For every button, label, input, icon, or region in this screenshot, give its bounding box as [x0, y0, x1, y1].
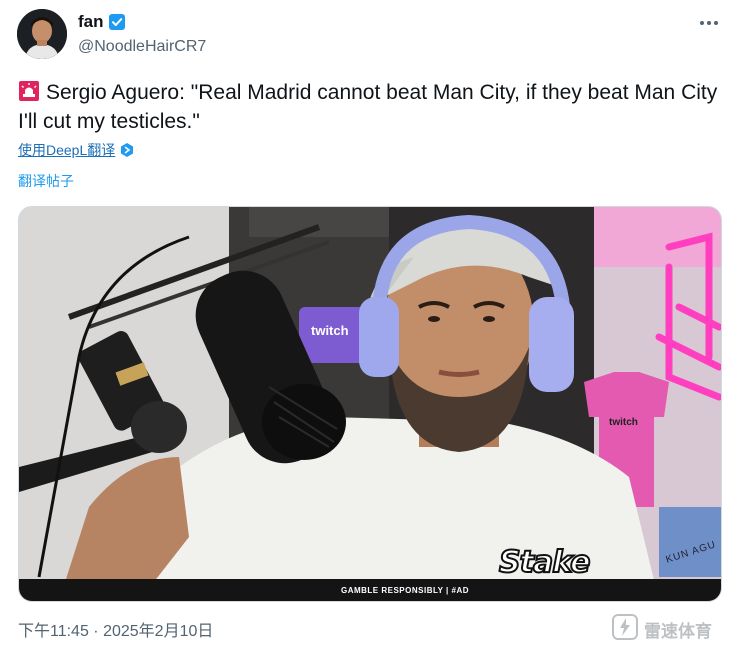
stake-logo: Stake: [498, 544, 591, 581]
more-options-icon[interactable]: [696, 10, 722, 36]
tweet-timestamp[interactable]: 下午11:45 · 2025年2月10日: [18, 622, 213, 642]
ad-bar-text: GAMBLE RESPONSIBLY | #AD: [340, 585, 470, 595]
tweet-text: Sergio Aguero: "Real Madrid cannot beat …: [18, 81, 718, 133]
police-siren-icon: [18, 80, 40, 102]
verified-badge-icon: [108, 13, 126, 31]
author-handle[interactable]: @NoodleHairCR7: [78, 37, 206, 57]
shirt-text: twitch: [609, 417, 638, 428]
watermark-text: 雷速体育: [644, 622, 712, 641]
translate-deepl-link[interactable]: 使用DeepL翻译: [18, 141, 135, 159]
translate-post-link[interactable]: 翻译帖子: [18, 172, 74, 190]
author-name-row[interactable]: fan: [78, 12, 126, 32]
twitch-sign-text: twitch: [311, 323, 349, 338]
lightning-logo-icon: [612, 614, 638, 645]
watermark: 雷速体育: [612, 614, 712, 645]
tweet-text-block: Sergio Aguero: "Real Madrid cannot beat …: [18, 78, 718, 136]
tweet-media-image[interactable]: twitch twitch KUN AGU Stake GAMBLE RESPO…: [18, 206, 722, 602]
avatar[interactable]: [17, 9, 67, 59]
profile-avatar-image: [17, 9, 67, 59]
display-name[interactable]: fan: [78, 12, 104, 32]
deepl-icon: [119, 142, 135, 158]
ad-bar: GAMBLE RESPONSIBLY | #AD: [19, 579, 721, 601]
translate-deepl-label[interactable]: 使用DeepL翻译: [18, 141, 115, 159]
stream-scene-image: [19, 207, 721, 601]
